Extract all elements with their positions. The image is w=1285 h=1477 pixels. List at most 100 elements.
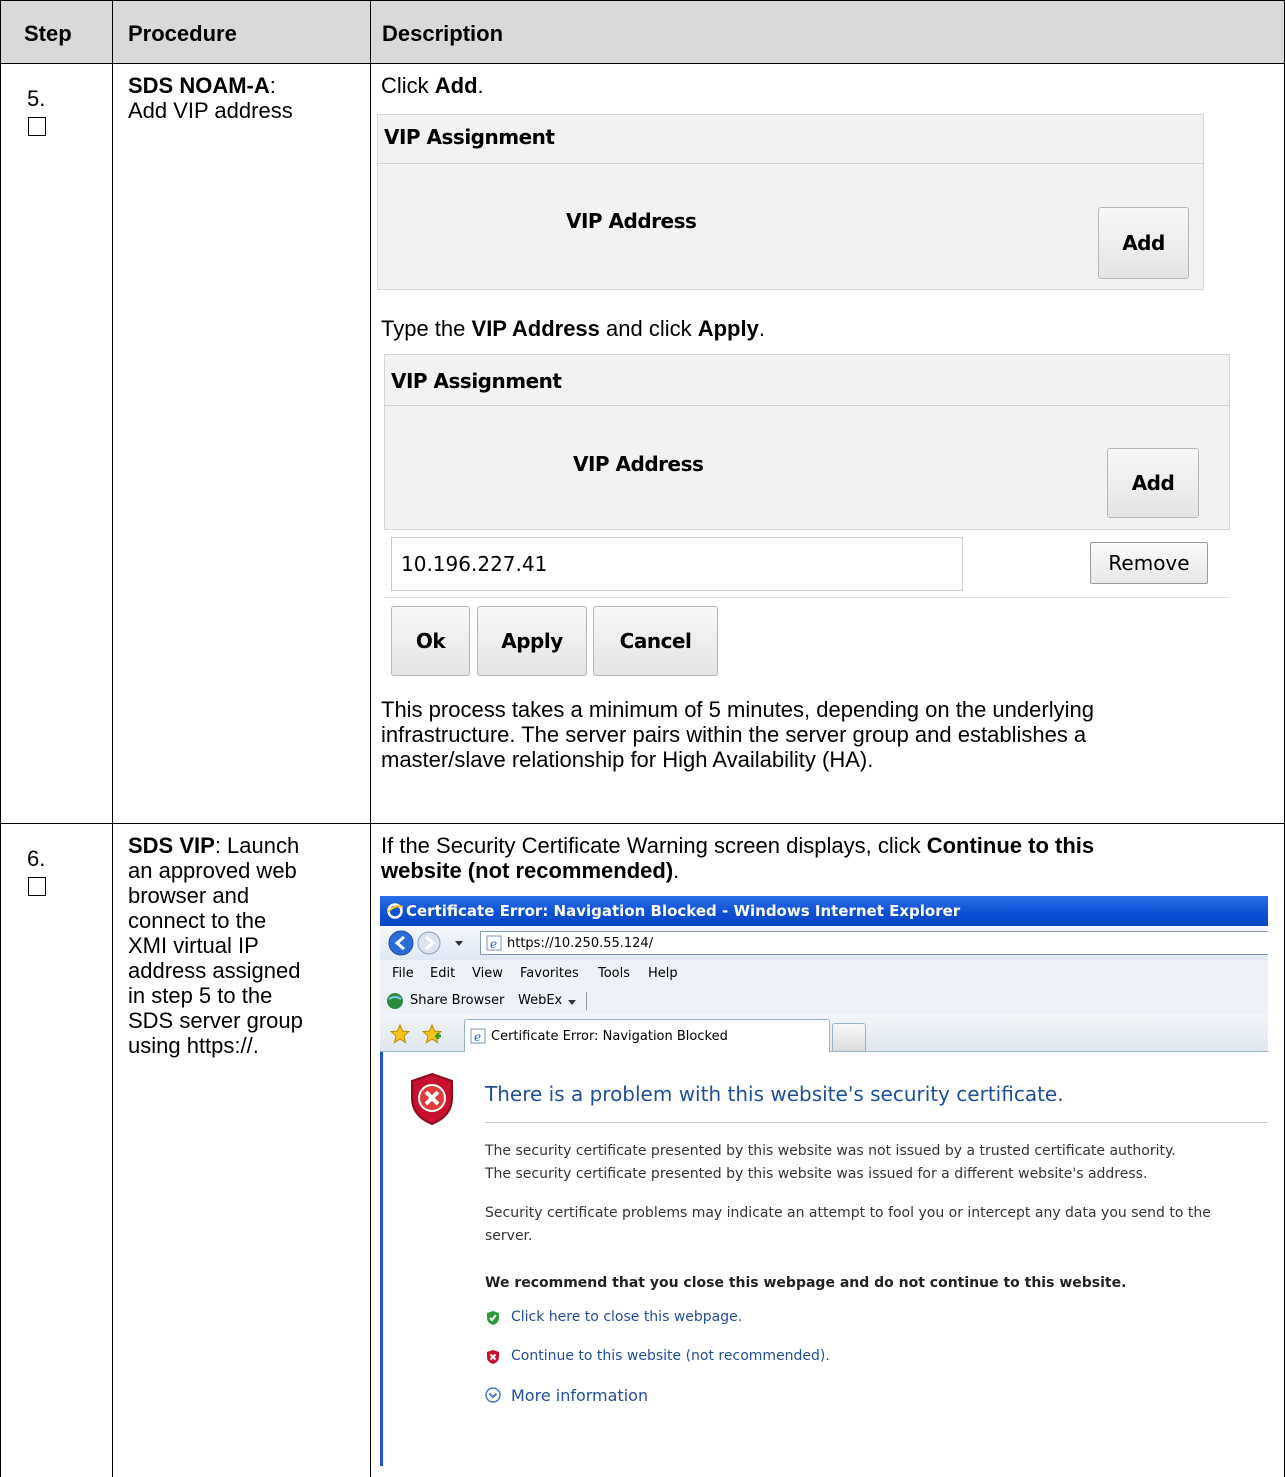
procedure-line: : Launch [214,833,300,858]
instruction-bold: Add [434,73,478,98]
vip-row: 10.196.227.41 Remove [384,530,1230,598]
procedure-line: an approved web [128,858,297,883]
procedure-target: SDS VIP [128,833,215,858]
more-information-link[interactable]: More information [485,1386,648,1405]
table-border-left [0,0,1,1477]
cancel-button[interactable]: Cancel [593,606,718,676]
new-tab-button[interactable] [832,1023,866,1052]
note-line: This process takes a minimum of 5 minute… [381,697,1094,722]
procedure-line: browser and [128,883,250,908]
instruction-type-vip: Type the VIP Address and click Apply. [381,316,765,341]
instruction-text: Type the [381,316,472,341]
column-divider [370,0,371,1477]
procedure-cell: SDS VIP: Launch an approved web browser … [128,833,303,1058]
toolbar-separator [586,992,587,1010]
procedure-line: XMI virtual IP [128,933,259,958]
certificate-error-page: There is a problem with this website's s… [380,1052,1268,1466]
instruction-bold: Apply [697,316,759,341]
add-favorite-icon[interactable] [422,1024,442,1044]
warning-line: server. [485,1228,533,1244]
error-heading: There is a problem with this website's s… [485,1082,1064,1106]
header-step: Step [24,21,72,46]
panel-title: VIP Assignment [391,369,562,393]
step-number: 5. [27,86,46,111]
instruction-text: Click [381,73,435,98]
step-checkbox[interactable] [28,877,46,896]
add-button[interactable]: Add [1107,448,1199,518]
continue-website-link[interactable]: Continue to this website (not recommende… [485,1348,830,1364]
back-icon[interactable] [388,930,414,956]
continue-link-text: Continue to this website (not recommende… [511,1348,830,1364]
header-description: Description [382,21,504,46]
browser-screenshot: Certificate Error: Navigation Blocked - … [380,896,1268,1466]
globe-icon [387,993,403,1009]
reason-line: The security certificate presented by th… [485,1143,1176,1159]
instruction-click-add: Click Add. [381,73,484,98]
column-divider [112,0,113,1477]
instruction-certificate: If the Security Certificate Warning scre… [381,833,1094,883]
error-shield-icon [411,1072,453,1126]
url-field[interactable]: e https://10.250.55.124/ [480,931,1268,955]
green-shield-icon [487,1311,499,1325]
address-bar-row: e https://10.250.55.124/ [380,926,1268,960]
vip-address-label: VIP Address [573,452,704,476]
tab-certificate-error[interactable]: e Certificate Error: Navigation Blocked [464,1019,830,1052]
panel-divider [385,405,1229,406]
ie-logo-icon [387,903,404,919]
instruction-text: and click [599,316,698,341]
procedure-action: Add VIP address [128,98,293,123]
table-header: Step Procedure Description [0,0,1285,63]
expand-circle-icon [485,1387,501,1403]
procedure-line: SDS server group [128,1008,303,1033]
menu-bar: File Edit View Favorites Tools Help Shar… [380,960,1268,1014]
procedure-line: in step 5 to the [128,983,273,1008]
tab-label: Certificate Error: Navigation Blocked [491,1028,728,1044]
warning-line: Security certificate problems may indica… [485,1205,1211,1221]
ok-button[interactable]: Ok [391,606,470,676]
more-info-text: More information [511,1386,649,1405]
browser-title-bar: Certificate Error: Navigation Blocked - … [380,896,1268,926]
step-checkbox[interactable] [28,117,46,136]
heading-rule [485,1122,1268,1123]
procedure-cell: SDS NOAM-A: Add VIP address [128,73,293,123]
instruction-bold: website (not recommended) [381,858,674,883]
security-warning: Security certificate problems may indica… [485,1202,1265,1248]
tab-bar: e Certificate Error: Navigation Blocked [380,1014,1268,1052]
vip-assignment-panel: VIP Assignment VIP Address Add [384,354,1230,530]
dropdown-arrow-icon[interactable] [454,938,464,948]
add-button[interactable]: Add [1098,207,1189,279]
instruction-text: . [758,316,765,341]
red-shield-icon [487,1350,499,1364]
menu-file[interactable]: File [392,966,414,981]
menu-view[interactable]: View [472,966,503,981]
close-webpage-link[interactable]: Click here to close this webpage. [485,1309,742,1325]
procedure-target: SDS NOAM-A [128,73,270,98]
chevron-down-icon[interactable] [568,998,576,1006]
forward-icon[interactable] [416,930,442,956]
procedure-line: using https://. [128,1033,259,1058]
browser-title: Certificate Error: Navigation Blocked - … [406,902,961,920]
note-line: master/slave relationship for High Avail… [381,747,874,772]
menu-tools[interactable]: Tools [598,966,630,981]
favorites-star-icon[interactable] [390,1024,410,1044]
page-icon: e [486,935,502,951]
header-procedure: Procedure [128,21,237,46]
table-border-top [0,0,1285,1]
instruction-bold: VIP Address [471,316,600,341]
note-line: infrastructure. The server pairs within … [381,722,1087,747]
remove-button[interactable]: Remove [1090,542,1208,584]
reason-line: The security certificate presented by th… [485,1166,1148,1182]
vip-address-input[interactable]: 10.196.227.41 [391,537,963,591]
menu-help[interactable]: Help [648,966,678,981]
webex-link[interactable]: WebEx [518,993,562,1008]
apply-button[interactable]: Apply [477,606,587,676]
menu-favorites[interactable]: Favorites [520,966,579,981]
panel-title: VIP Assignment [384,125,555,149]
menu-edit[interactable]: Edit [430,966,455,981]
procedure-line: connect to the [128,908,267,933]
instruction-bold: Continue to this [926,833,1095,858]
step-number: 6. [27,846,46,871]
procedure-line: address assigned [128,958,301,983]
share-browser-link[interactable]: Share Browser [410,993,504,1008]
procedure-table: Step Procedure Description 5. SDS NOAM-A… [0,0,1285,1477]
